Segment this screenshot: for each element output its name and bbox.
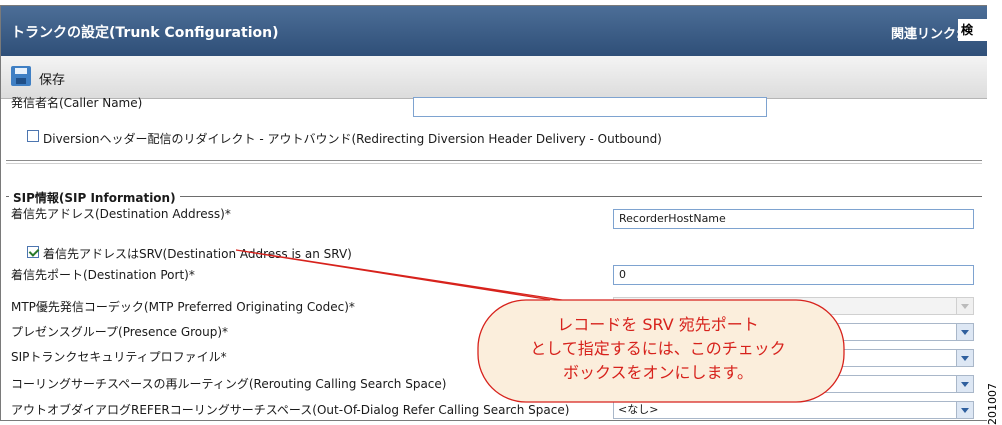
- callout-line-3: ボックスをオンにします。: [563, 363, 753, 382]
- callout-text: レコードを SRV 宛先ポート として指定するには、このチェック ボックスをオン…: [478, 313, 838, 385]
- callout-line-2: として指定するには、このチェック: [530, 339, 786, 358]
- callout-line-1: レコードを SRV 宛先ポート: [557, 315, 759, 334]
